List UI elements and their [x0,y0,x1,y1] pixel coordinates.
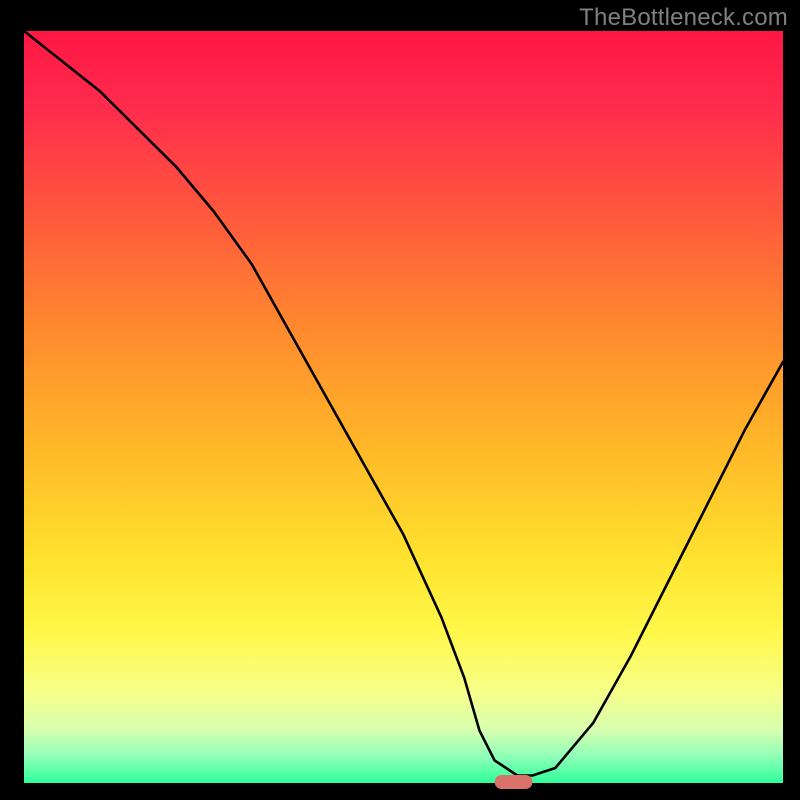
chart-frame: TheBottleneck.com [0,0,800,800]
optimal-marker [495,775,533,789]
chart-svg [0,0,800,800]
watermark-text: TheBottleneck.com [579,4,788,32]
plot-area [24,31,783,783]
